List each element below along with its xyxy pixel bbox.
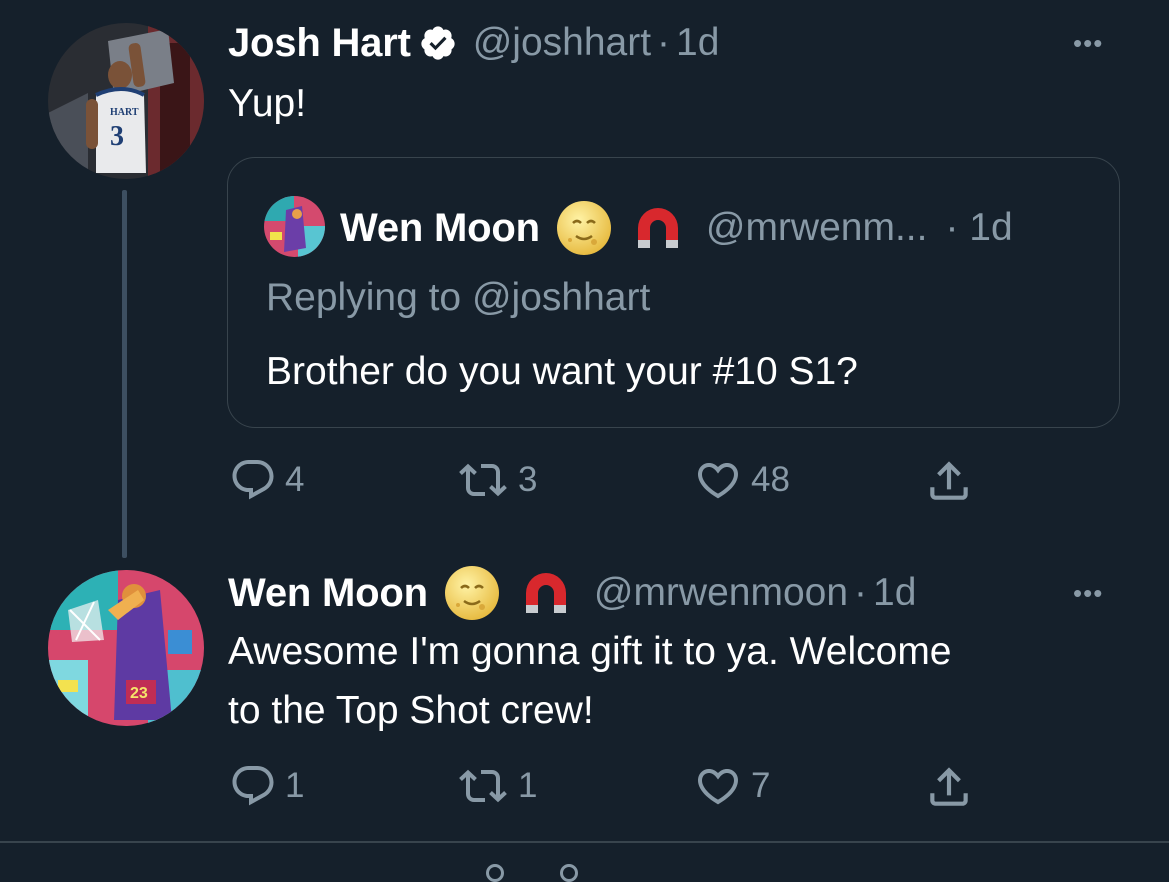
verified-badge-icon bbox=[419, 24, 457, 62]
like-icon bbox=[697, 769, 739, 805]
tweet1-author-name[interactable]: Josh Hart bbox=[228, 21, 411, 66]
reply-count: 1 bbox=[285, 766, 305, 805]
tweet1-handle[interactable]: @joshhart bbox=[473, 21, 651, 65]
retweet-count: 3 bbox=[518, 460, 538, 499]
more-icon[interactable]: ••• bbox=[1073, 578, 1103, 609]
like-count: 7 bbox=[751, 766, 771, 805]
magnet-icon bbox=[630, 200, 686, 256]
retweet-button[interactable]: 1 bbox=[456, 762, 537, 810]
next-tweet-icon-peek bbox=[486, 864, 504, 882]
avatar-jersey-number: 3 bbox=[110, 121, 124, 152]
share-icon bbox=[930, 767, 968, 806]
thread-connector-line bbox=[122, 190, 127, 558]
tweet2-text-line1: Awesome I'm gonna gift it to ya. Welcome bbox=[228, 630, 952, 673]
tweet-divider bbox=[0, 841, 1169, 843]
retweet-icon bbox=[459, 463, 507, 497]
share-icon bbox=[930, 461, 968, 500]
tweet1-header: Josh Hart @joshhart · 1d bbox=[228, 18, 719, 68]
wen-moon-small-avatar[interactable] bbox=[264, 196, 325, 257]
like-button[interactable]: 48 bbox=[693, 456, 790, 504]
more-icon[interactable]: ••• bbox=[1073, 28, 1103, 59]
like-button[interactable]: 7 bbox=[693, 762, 770, 810]
tweet1-time[interactable]: 1d bbox=[676, 21, 719, 65]
tweet2-handle[interactable]: @mrwenmoon bbox=[594, 571, 848, 615]
next-tweet-icon-peek bbox=[560, 864, 578, 882]
tweet1-separator: · bbox=[657, 21, 671, 64]
reply-button[interactable]: 1 bbox=[229, 762, 304, 810]
tweet2-time[interactable]: 1d bbox=[873, 571, 916, 615]
avatar-jersey-number: 23 bbox=[130, 685, 148, 702]
full-moon-face-icon bbox=[444, 565, 500, 621]
magnet-icon bbox=[518, 565, 574, 621]
full-moon-face-icon bbox=[556, 200, 612, 256]
quoted-handle: @mrwenm... bbox=[705, 206, 928, 249]
josh-hart-avatar[interactable]: HART 3 bbox=[48, 23, 204, 179]
reply-count: 4 bbox=[285, 460, 305, 499]
like-count: 48 bbox=[751, 460, 790, 499]
tweet2-separator: · bbox=[854, 571, 868, 614]
quoted-author-name: Wen Moon bbox=[340, 205, 540, 250]
retweet-icon bbox=[459, 769, 507, 803]
tweet2-text-line2: to the Top Shot crew! bbox=[228, 689, 594, 732]
quoted-tweet-text: Brother do you want your #10 S1? bbox=[266, 350, 858, 393]
retweet-count: 1 bbox=[518, 766, 538, 805]
tweet1-text: Yup! bbox=[228, 82, 307, 125]
tweet2-author-name[interactable]: Wen Moon bbox=[228, 571, 428, 616]
quoted-time: · 1d bbox=[945, 206, 1013, 249]
like-icon bbox=[697, 463, 739, 499]
tweet2-header: Wen Moon @mrwenmoon · 1d bbox=[228, 565, 916, 621]
retweet-button[interactable]: 3 bbox=[456, 456, 537, 504]
avatar-jersey-name: HART bbox=[110, 107, 139, 118]
reply-icon bbox=[232, 766, 274, 806]
share-button[interactable] bbox=[924, 762, 974, 812]
reply-icon bbox=[232, 460, 274, 500]
share-button[interactable] bbox=[924, 456, 974, 506]
quoted-replying-to: Replying to @joshhart bbox=[266, 276, 651, 319]
wen-moon-avatar[interactable]: 23 bbox=[48, 570, 204, 726]
reply-button[interactable]: 4 bbox=[229, 456, 304, 504]
quoted-tweet-header: Wen Moon @mrwenm... · 1d bbox=[340, 200, 1013, 256]
